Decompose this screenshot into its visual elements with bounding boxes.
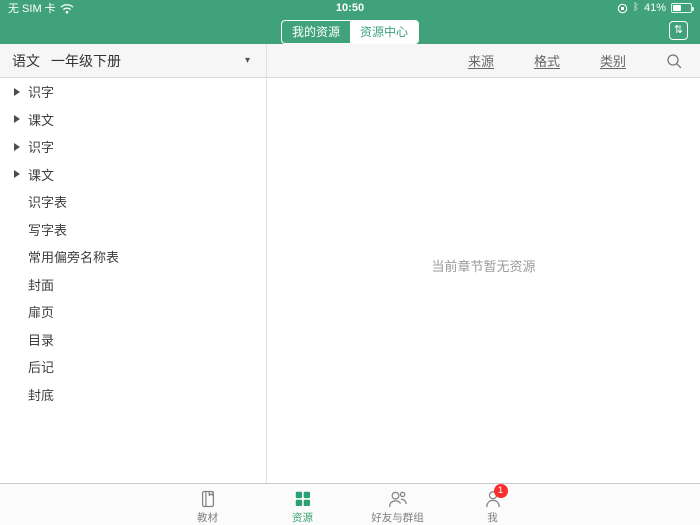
carrier-label: 无 SIM 卡 <box>8 3 56 15</box>
filter-format[interactable]: 格式 <box>534 51 560 70</box>
header-row: 语文 一年级下册 ▾ 来源 格式 类别 <box>0 44 700 78</box>
chapter-label: 识字 <box>28 140 55 156</box>
book-title: 一年级下册 <box>51 52 121 69</box>
chapter-item[interactable]: 课文 <box>0 161 266 189</box>
chapter-item[interactable]: 识字表 <box>0 188 266 216</box>
chapter-item[interactable]: 常用偏旁名称表 <box>0 243 266 271</box>
top-bar: 无 SIM 卡 10:50 ᛒ 41% 我的资源 资源中心 ⇅ <box>0 0 700 44</box>
segment-resource-center[interactable]: 资源中心 <box>350 21 418 43</box>
notification-badge: 1 <box>493 484 508 498</box>
chapter-label: 课文 <box>28 112 55 128</box>
tab-textbook[interactable]: 教材 <box>160 484 255 525</box>
chapter-label: 识字表 <box>28 195 68 211</box>
tab-label: 资源 <box>292 512 313 524</box>
chapter-label: 封底 <box>28 387 55 403</box>
tab-me[interactable]: 1 我 <box>445 484 540 525</box>
status-bar: 无 SIM 卡 10:50 ᛒ 41% <box>0 0 700 16</box>
battery-nub <box>692 6 694 11</box>
disclosure-triangle-icon <box>14 170 20 179</box>
chapter-item[interactable]: 后记 <box>0 353 266 381</box>
resource-segmented-control: 我的资源 资源中心 <box>281 20 419 44</box>
disclosure-triangle-icon <box>14 115 20 124</box>
chapter-item[interactable]: 封面 <box>0 271 266 299</box>
chapter-label: 目录 <box>28 332 55 348</box>
people-icon <box>387 488 409 509</box>
transfer-button[interactable]: ⇅ <box>669 21 688 40</box>
status-time: 10:50 <box>335 2 365 14</box>
person-icon: 1 <box>483 484 508 509</box>
book-icon <box>198 488 218 509</box>
disclosure-triangle-icon <box>14 87 20 96</box>
search-button[interactable] <box>666 53 682 69</box>
tab-label: 好友与群组 <box>371 512 424 524</box>
chapter-item[interactable]: 识字 <box>0 78 266 106</box>
chapter-label: 封面 <box>28 277 55 293</box>
battery-fill <box>673 5 681 11</box>
orientation-lock-icon <box>617 3 628 13</box>
grid-icon <box>293 488 312 509</box>
tab-label: 我 <box>487 512 498 524</box>
tab-friends-groups[interactable]: 好友与群组 <box>350 484 445 525</box>
battery-percent-label: 41% <box>643 2 666 14</box>
book-selector[interactable]: 语文 一年级下册 ▾ <box>0 44 266 77</box>
status-left: 无 SIM 卡 <box>8 0 74 16</box>
chevron-down-icon: ▾ <box>244 55 250 66</box>
filter-source[interactable]: 来源 <box>468 51 494 70</box>
chapter-label: 常用偏旁名称表 <box>28 250 120 266</box>
chapter-item[interactable]: 扉页 <box>0 298 266 326</box>
transfer-arrows-icon: ⇅ <box>673 24 684 36</box>
bottom-tab-bar: 教材 资源 好友与群组 1 我 <box>0 483 700 525</box>
segment-my-resources[interactable]: 我的资源 <box>282 21 350 43</box>
empty-state-message: 当前章节暂无资源 <box>431 259 536 274</box>
chapter-label: 写字表 <box>28 222 68 238</box>
search-icon <box>667 53 682 68</box>
status-right: ᛒ 41% <box>617 2 694 14</box>
app-window: 无 SIM 卡 10:50 ᛒ 41% 我的资源 资源中心 ⇅ 语文 一年级下册… <box>0 0 700 525</box>
bluetooth-icon: ᛒ <box>632 2 639 13</box>
resource-panel: 当前章节暂无资源 <box>267 78 700 483</box>
chapter-item[interactable]: 课文 <box>0 106 266 134</box>
nav-row: 我的资源 资源中心 ⇅ <box>0 16 700 44</box>
filter-bar: 来源 格式 类别 <box>266 44 700 77</box>
chapter-label: 后记 <box>28 360 55 376</box>
battery-icon <box>671 3 694 13</box>
chapter-item[interactable]: 识字 <box>0 133 266 161</box>
tab-resources[interactable]: 资源 <box>255 484 350 525</box>
tab-label: 教材 <box>197 512 218 524</box>
chapter-item[interactable]: 封底 <box>0 381 266 409</box>
chapter-label: 课文 <box>28 167 55 183</box>
chapter-item[interactable]: 目录 <box>0 326 266 354</box>
wifi-icon <box>60 3 74 13</box>
filter-category[interactable]: 类别 <box>600 51 626 70</box>
chapter-label: 识字 <box>28 85 55 101</box>
chapter-list: 识字 课文 识字 课文 识字表 写字表 常用偏旁名称表 封面 扉页 目录 后记 … <box>0 78 266 483</box>
disclosure-triangle-icon <box>14 142 20 151</box>
book-subject: 语文 <box>12 52 40 69</box>
chapter-label: 扉页 <box>28 305 55 321</box>
chapter-item[interactable]: 写字表 <box>0 216 266 244</box>
